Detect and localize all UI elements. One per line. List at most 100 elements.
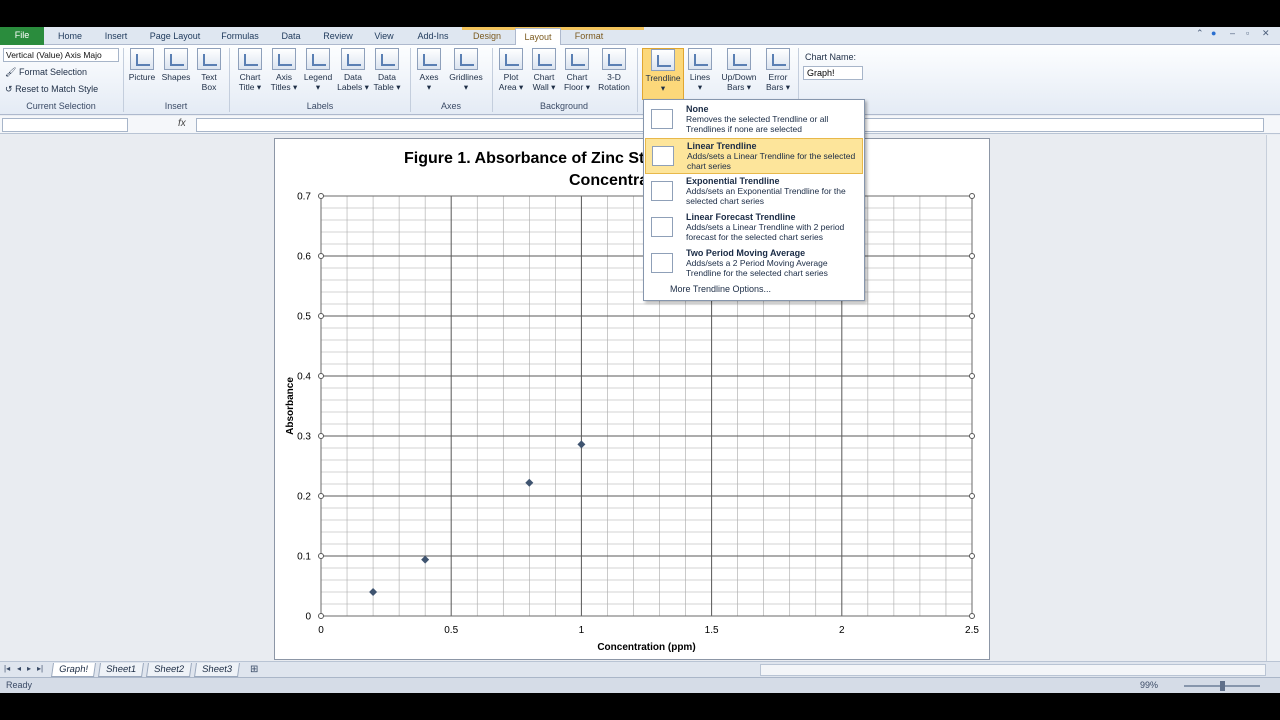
tab-page-layout[interactable]: Page Layout xyxy=(144,28,206,45)
lines-icon xyxy=(688,48,712,70)
data-point xyxy=(369,588,378,596)
shapes-button[interactable]: Shapes xyxy=(159,48,193,82)
menu-item-two-period-moving-average[interactable]: Two Period Moving Average Adds/sets a 2 … xyxy=(645,246,863,282)
axis-selection-handle xyxy=(318,553,324,559)
tab-layout[interactable]: Layout xyxy=(515,28,561,46)
tab-file[interactable]: File xyxy=(0,27,44,45)
tab-formulas[interactable]: Formulas xyxy=(214,28,266,45)
tab-add-ins[interactable]: Add-Ins xyxy=(410,28,456,45)
gridlines-icon xyxy=(454,48,478,70)
menu-item-linear-forecast-trendline[interactable]: Linear Forecast Trendline Adds/sets a Li… xyxy=(645,210,863,246)
sheet-tab-graph[interactable]: Graph! xyxy=(51,663,97,677)
insert-function-icon[interactable]: fx xyxy=(178,118,186,129)
zoom-level[interactable]: 99% xyxy=(1140,680,1158,690)
lines-label: Lines xyxy=(689,72,711,82)
chart-floor-label-2: Floor xyxy=(563,82,584,92)
menu-item-description: Adds/sets a Linear Trendline for the sel… xyxy=(687,151,856,171)
y-tick-label: 0.1 xyxy=(297,552,311,563)
prev-sheet-icon[interactable]: ◂ xyxy=(17,664,21,673)
sheet-tab-sheet1[interactable]: Sheet1 xyxy=(98,663,145,677)
x-tick-label: 1 xyxy=(579,625,585,636)
y-tick-label: 0.2 xyxy=(297,492,311,503)
tab-design[interactable]: Design xyxy=(464,28,510,45)
last-sheet-icon[interactable]: ▸| xyxy=(37,664,43,673)
data-point xyxy=(421,555,430,564)
axis-selection-handle xyxy=(318,253,324,259)
horizontal-scrollbar[interactable] xyxy=(760,664,1266,676)
plot-area-label-2: Area xyxy=(498,82,517,92)
chart-title-button[interactable]: Chart Title ▾ xyxy=(234,48,266,92)
vertical-scrollbar[interactable] xyxy=(1266,135,1280,661)
data-point xyxy=(525,478,534,487)
text-box-button[interactable]: Text Box xyxy=(195,48,223,92)
minimize-ribbon-icon[interactable]: ⌃ xyxy=(1196,28,1204,39)
chart-title-line-1: Figure 1. Absorbance of Zinc St xyxy=(404,150,645,167)
3d-rotation-button[interactable]: 3-D Rotation xyxy=(595,48,633,92)
chart-sheet-area: 0 0.5 1 1.5 2 2.5 0 0.1 0.2 0.3 0.4 0.5 0.6 0.7 Concen… xyxy=(0,135,1266,661)
tab-data[interactable]: Data xyxy=(274,28,308,45)
sheet-tab-sheet2[interactable]: Sheet2 xyxy=(146,663,193,677)
tab-format[interactable]: Format xyxy=(566,28,612,45)
name-box[interactable] xyxy=(2,118,128,132)
data-labels-label-1: Data xyxy=(344,72,362,82)
reset-to-match-style-button[interactable]: ↺ Reset to Match Style xyxy=(5,84,98,95)
scatter-chart[interactable]: 0 0.5 1 1.5 2 2.5 0 0.1 0.2 0.3 0.4 0.5 0.6 0.7 Concen… xyxy=(275,139,991,661)
first-sheet-icon[interactable]: |◂ xyxy=(4,664,10,673)
picture-icon xyxy=(130,48,154,70)
plot-area-icon xyxy=(499,48,523,70)
linear-trendline-icon xyxy=(652,146,674,166)
plot-area-button[interactable]: Plot Area ▾ xyxy=(496,48,526,92)
excel-window: File Home Insert Page Layout Formulas Da… xyxy=(0,27,1280,693)
menu-item-exponential-trendline[interactable]: Exponential Trendline Adds/sets an Expon… xyxy=(645,174,863,210)
more-trendline-options[interactable]: More Trendline Options... xyxy=(670,284,771,294)
tab-insert[interactable]: Insert xyxy=(98,28,134,45)
tab-view[interactable]: View xyxy=(366,28,402,45)
y-tick-label: 0.7 xyxy=(297,192,311,203)
data-table-button[interactable]: Data Table ▾ xyxy=(371,48,403,92)
zoom-slider-thumb[interactable] xyxy=(1220,681,1225,691)
group-label-current-selection: Current Selection xyxy=(26,101,96,111)
gridlines-button[interactable]: Gridlines ▾ xyxy=(446,48,486,92)
data-labels-button[interactable]: Data Labels ▾ xyxy=(337,48,369,92)
insert-sheet-icon[interactable]: ⊞ xyxy=(250,664,258,675)
tab-review[interactable]: Review xyxy=(316,28,360,45)
menu-item-linear-trendline[interactable]: Linear Trendline Adds/sets a Linear Tren… xyxy=(645,138,863,174)
chart-area[interactable]: 0 0.5 1 1.5 2 2.5 0 0.1 0.2 0.3 0.4 0.5 0.6 0.7 Concen… xyxy=(274,138,990,660)
axis-selection-handle xyxy=(969,553,975,559)
gridlines-label: Gridlines xyxy=(449,72,483,82)
trendline-label: Trendline xyxy=(645,73,681,83)
group-label-insert: Insert xyxy=(164,101,188,111)
chart-element-selector[interactable]: Vertical (Value) Axis Majo xyxy=(3,48,119,62)
menu-item-none[interactable]: None Removes the selected Trendline or a… xyxy=(645,102,863,138)
chart-wall-label-2: Wall xyxy=(532,82,549,92)
reset-style-label: Reset to Match Style xyxy=(15,84,99,94)
menu-item-description: Adds/sets an Exponential Trendline for t… xyxy=(686,186,846,206)
tab-home[interactable]: Home xyxy=(52,28,88,45)
lines-button[interactable]: Lines ▾ xyxy=(686,48,714,92)
trendline-button[interactable]: Trendline ▾ xyxy=(642,48,684,100)
sheet-tab-bar: |◂ ◂ ▸ ▸| Graph! Sheet1 Sheet2 Sheet3 ⊞ xyxy=(0,661,1280,677)
restore-icon[interactable]: ▫ xyxy=(1246,28,1249,38)
close-icon[interactable]: ✕ xyxy=(1262,28,1270,39)
format-selection-button[interactable]: 🖌 Format Selection xyxy=(5,67,87,78)
plot-area-label-1: Plot xyxy=(503,72,519,82)
axis-titles-button[interactable]: Axis Titles ▾ xyxy=(268,48,300,92)
chart-name-input[interactable]: Graph! xyxy=(803,66,863,80)
axis-selection-handle xyxy=(318,193,324,199)
picture-button[interactable]: Picture xyxy=(127,48,157,82)
sheet-tab-sheet3[interactable]: Sheet3 xyxy=(194,663,241,677)
legend-button[interactable]: Legend ▾ xyxy=(302,48,334,92)
up-down-bars-button[interactable]: Up/Down Bars ▾ xyxy=(718,48,760,92)
group-label-labels: Labels xyxy=(306,101,334,111)
chart-title-label-1: Chart xyxy=(239,72,261,82)
chart-wall-button[interactable]: Chart Wall ▾ xyxy=(529,48,559,92)
axes-button[interactable]: Axes ▾ xyxy=(414,48,444,92)
help-icon[interactable]: ● xyxy=(1211,28,1216,38)
axis-selection-handle xyxy=(318,493,324,499)
next-sheet-icon[interactable]: ▸ xyxy=(27,664,31,673)
minimize-icon[interactable]: – xyxy=(1230,28,1235,38)
chart-title-icon xyxy=(238,48,262,70)
error-bars-button[interactable]: Error Bars ▾ xyxy=(762,48,794,92)
menu-item-description: Adds/sets a Linear Trendline with 2 peri… xyxy=(686,222,845,242)
chart-floor-button[interactable]: Chart Floor ▾ xyxy=(562,48,592,92)
